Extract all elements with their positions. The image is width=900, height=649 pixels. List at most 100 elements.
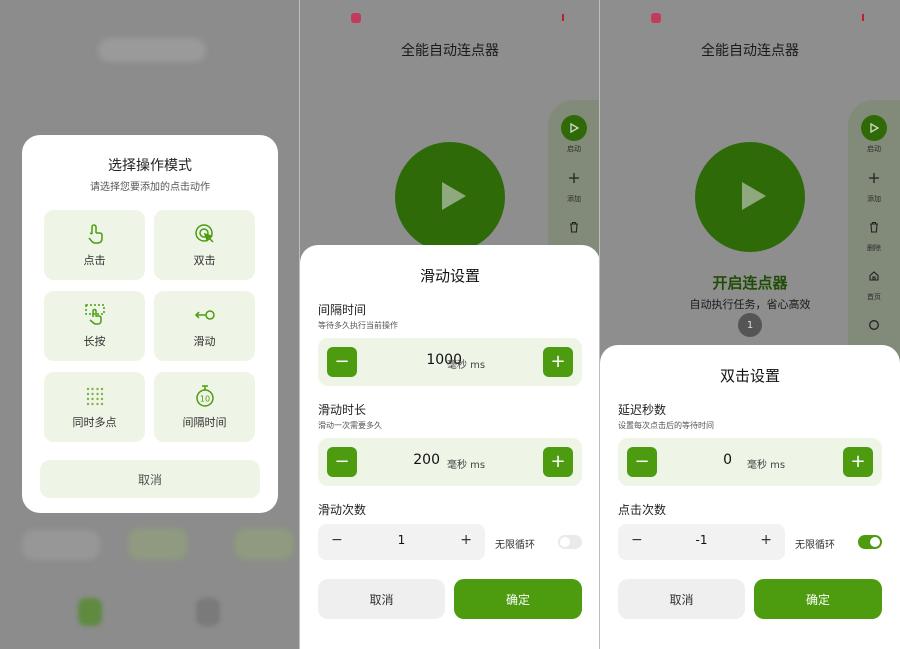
rail-item-start[interactable]: 启动	[548, 115, 600, 154]
blurred-nav	[78, 598, 102, 626]
delay-subtitle: 设置每次点击后的等待时间	[618, 421, 714, 430]
svg-text:10: 10	[199, 395, 209, 404]
cancel-button[interactable]: 取消	[40, 460, 260, 498]
duration-stepper: − 200 毫秒 ms +	[318, 438, 582, 486]
timer-icon: 10	[195, 385, 214, 407]
mode-label: 双击	[193, 254, 216, 267]
infinite-loop-label: 无限循环	[495, 540, 535, 551]
start-button[interactable]	[395, 142, 505, 252]
trash-icon	[861, 214, 887, 240]
mode-label: 滑动	[193, 335, 216, 348]
unit-label: 毫秒 ms	[447, 460, 486, 471]
delay-title: 延迟秒数	[618, 403, 667, 417]
rail-item-delete[interactable]: 删除	[848, 214, 900, 253]
play-icon	[861, 115, 887, 141]
infinite-loop-label: 无限循环	[795, 540, 835, 551]
sheet-title: 滑动设置	[419, 267, 480, 285]
count-stepper: − 1 +	[318, 524, 485, 560]
mode-option-multi-point[interactable]: 同时多点	[44, 372, 145, 442]
unit-label: 毫秒 ms	[747, 460, 786, 471]
rail-label: 启动	[867, 145, 881, 153]
circle-icon	[861, 312, 887, 338]
interval-subtitle: 等待多久执行当前操作	[318, 321, 398, 330]
status-indicator	[562, 14, 564, 21]
cancel-button[interactable]: 取消	[618, 579, 745, 619]
mode-label: 长按	[83, 335, 106, 348]
mode-label: 间隔时间	[182, 416, 227, 429]
infinite-loop-toggle[interactable]	[858, 535, 882, 549]
cancel-button[interactable]: 取消	[318, 579, 445, 619]
increment-button[interactable]: +	[543, 347, 573, 377]
decrement-button[interactable]: −	[627, 447, 657, 477]
mode-option-double-tap[interactable]: 双击	[154, 210, 255, 280]
infinite-loop-toggle[interactable]	[558, 535, 582, 549]
rail-item-more[interactable]	[848, 312, 900, 338]
mode-option-interval[interactable]: 10 间隔时间	[154, 372, 255, 442]
double-tap-icon	[194, 224, 214, 243]
tap-icon	[87, 224, 103, 244]
plus-icon	[861, 165, 887, 191]
play-icon	[742, 182, 766, 210]
app-icon	[351, 13, 361, 23]
start-subtitle: 自动执行任务，省心高效	[689, 298, 811, 311]
rail-item-add[interactable]: 添加	[548, 165, 600, 204]
side-toolbar: 启动 添加 删除 首页	[848, 100, 900, 370]
duration-title: 滑动时长	[318, 403, 367, 417]
multi-point-icon	[86, 387, 103, 406]
blurred-nav	[196, 598, 220, 626]
dialog-title: 选择操作模式	[108, 158, 192, 174]
rail-item-delete[interactable]	[548, 214, 600, 240]
count-title: 点击次数	[618, 503, 667, 517]
panel-double-tap-settings: 全能自动连点器 启动 添加 删除 首页 开启连点器 自动执行任务，省心高效 1 …	[600, 0, 900, 649]
mode-label: 点击	[83, 254, 106, 267]
swipe-settings-sheet: 滑动设置 间隔时间 等待多久执行当前操作 − 1000 毫秒 ms + 滑动时长…	[300, 245, 600, 649]
increment-button[interactable]: +	[543, 447, 573, 477]
play-icon	[561, 115, 587, 141]
delay-value[interactable]: 0	[688, 452, 732, 468]
confirm-button[interactable]: 确定	[454, 579, 582, 619]
start-button[interactable]	[695, 142, 805, 252]
rail-item-start[interactable]: 启动	[848, 115, 900, 154]
duration-value[interactable]: 200	[388, 452, 440, 468]
app-icon	[651, 13, 661, 23]
swipe-icon	[194, 310, 215, 320]
mode-option-long-press[interactable]: 长按	[44, 291, 145, 361]
plus-icon	[561, 165, 587, 191]
panel-swipe-settings: 全能自动连点器 启动 添加 滑动设置 间隔时间 等待多久执行当前操作 − 100…	[300, 0, 600, 649]
toggle-knob	[870, 537, 880, 547]
interval-title: 间隔时间	[318, 303, 367, 317]
rail-item-add[interactable]: 添加	[848, 165, 900, 204]
long-press-icon	[84, 304, 105, 325]
rail-label: 启动	[567, 145, 581, 153]
double-tap-settings-sheet: 双击设置 延迟秒数 设置每次点击后的等待时间 − 0 毫秒 ms + 点击次数 …	[600, 345, 900, 649]
increment-button[interactable]: +	[760, 532, 772, 548]
rail-label: 删除	[867, 244, 881, 252]
decrement-button[interactable]: −	[327, 447, 357, 477]
mode-select-dialog: 选择操作模式 请选择您要添加的点击动作 点击 双击 长按 滑动 同时多点 10 …	[22, 135, 278, 513]
status-indicator	[862, 14, 864, 21]
toggle-knob	[560, 537, 570, 547]
blurred-item	[22, 530, 100, 560]
increment-button[interactable]: +	[460, 532, 472, 548]
duration-subtitle: 滑动一次需要多久	[318, 421, 382, 430]
confirm-button[interactable]: 确定	[754, 579, 882, 619]
start-title: 开启连点器	[712, 274, 788, 292]
mode-option-swipe[interactable]: 滑动	[154, 291, 255, 361]
decrement-button[interactable]: −	[327, 347, 357, 377]
app-title: 全能自动连点器	[701, 43, 799, 59]
trash-icon	[561, 214, 587, 240]
app-title: 全能自动连点器	[401, 43, 499, 59]
mode-option-tap[interactable]: 点击	[44, 210, 145, 280]
panel-mode-select: 选择操作模式 请选择您要添加的点击动作 点击 双击 长按 滑动 同时多点 10 …	[0, 0, 300, 649]
count-stepper: − -1 +	[618, 524, 785, 560]
unit-label: 毫秒 ms	[447, 360, 486, 371]
blurred-item	[234, 528, 294, 560]
sheet-title: 双击设置	[719, 367, 780, 385]
rail-label: 添加	[567, 195, 581, 203]
play-icon	[442, 182, 466, 210]
blurred-item	[128, 528, 188, 560]
increment-button[interactable]: +	[843, 447, 873, 477]
blurred-title	[98, 38, 206, 62]
dialog-subtitle: 请选择您要添加的点击动作	[90, 182, 210, 193]
rail-label: 添加	[867, 195, 881, 203]
